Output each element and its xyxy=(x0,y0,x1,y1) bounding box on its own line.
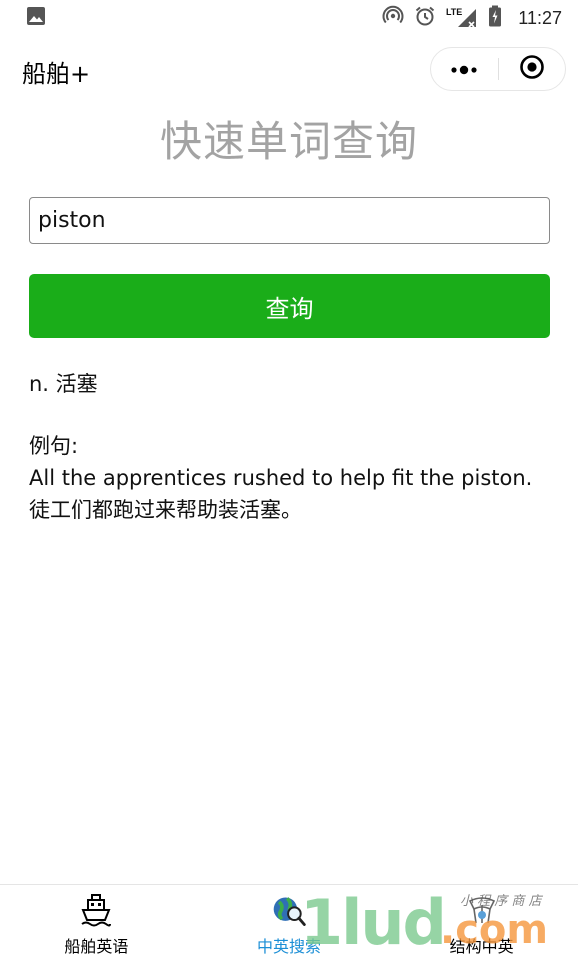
tab-structure-cn-en[interactable]: 结构中英 xyxy=(385,885,578,960)
query-button[interactable]: 查询 xyxy=(29,274,550,338)
signal-icon: LTE xyxy=(446,7,478,29)
tab-label: 船舶英语 xyxy=(64,937,129,956)
tab-label: 中英搜索 xyxy=(257,937,322,956)
globe-search-icon xyxy=(271,893,307,929)
search-input[interactable] xyxy=(29,197,550,244)
battery-icon xyxy=(488,5,502,31)
network-label: LTE xyxy=(445,7,463,17)
tab-label: 结构中英 xyxy=(449,937,514,956)
tab-cn-en-search[interactable]: 中英搜索 xyxy=(193,885,386,960)
title-bar: 船舶+ xyxy=(0,40,578,96)
definition-text: n. 活塞 xyxy=(29,372,98,396)
page-title: 快速单词查询 xyxy=(159,117,418,166)
target-circle-icon xyxy=(519,54,545,84)
ship-icon xyxy=(78,893,114,929)
example-label: 例句: xyxy=(29,434,79,458)
structure-icon xyxy=(464,893,500,929)
example-english: All the apprentices rushed to help fit t… xyxy=(29,466,533,490)
tab-bar: 船舶英语 中英搜索 结构中英 xyxy=(0,884,578,960)
more-button[interactable] xyxy=(431,48,498,90)
example-chinese: 徒工们都跑过来帮助装活塞。 xyxy=(29,498,302,522)
hotspot-icon xyxy=(382,5,404,31)
image-icon xyxy=(26,6,46,30)
status-time: 11:27 xyxy=(518,7,562,28)
result-panel: n. 活塞 例句: All the apprentices rushed to … xyxy=(29,368,559,526)
alarm-icon xyxy=(414,5,436,31)
close-button[interactable] xyxy=(499,48,566,90)
tab-ship-english[interactable]: 船舶英语 xyxy=(0,885,193,960)
more-dots-icon xyxy=(449,60,479,79)
mini-program-capsule xyxy=(430,47,566,91)
app-title: 船舶+ xyxy=(22,60,91,88)
status-bar: LTE 11:27 xyxy=(0,0,578,36)
